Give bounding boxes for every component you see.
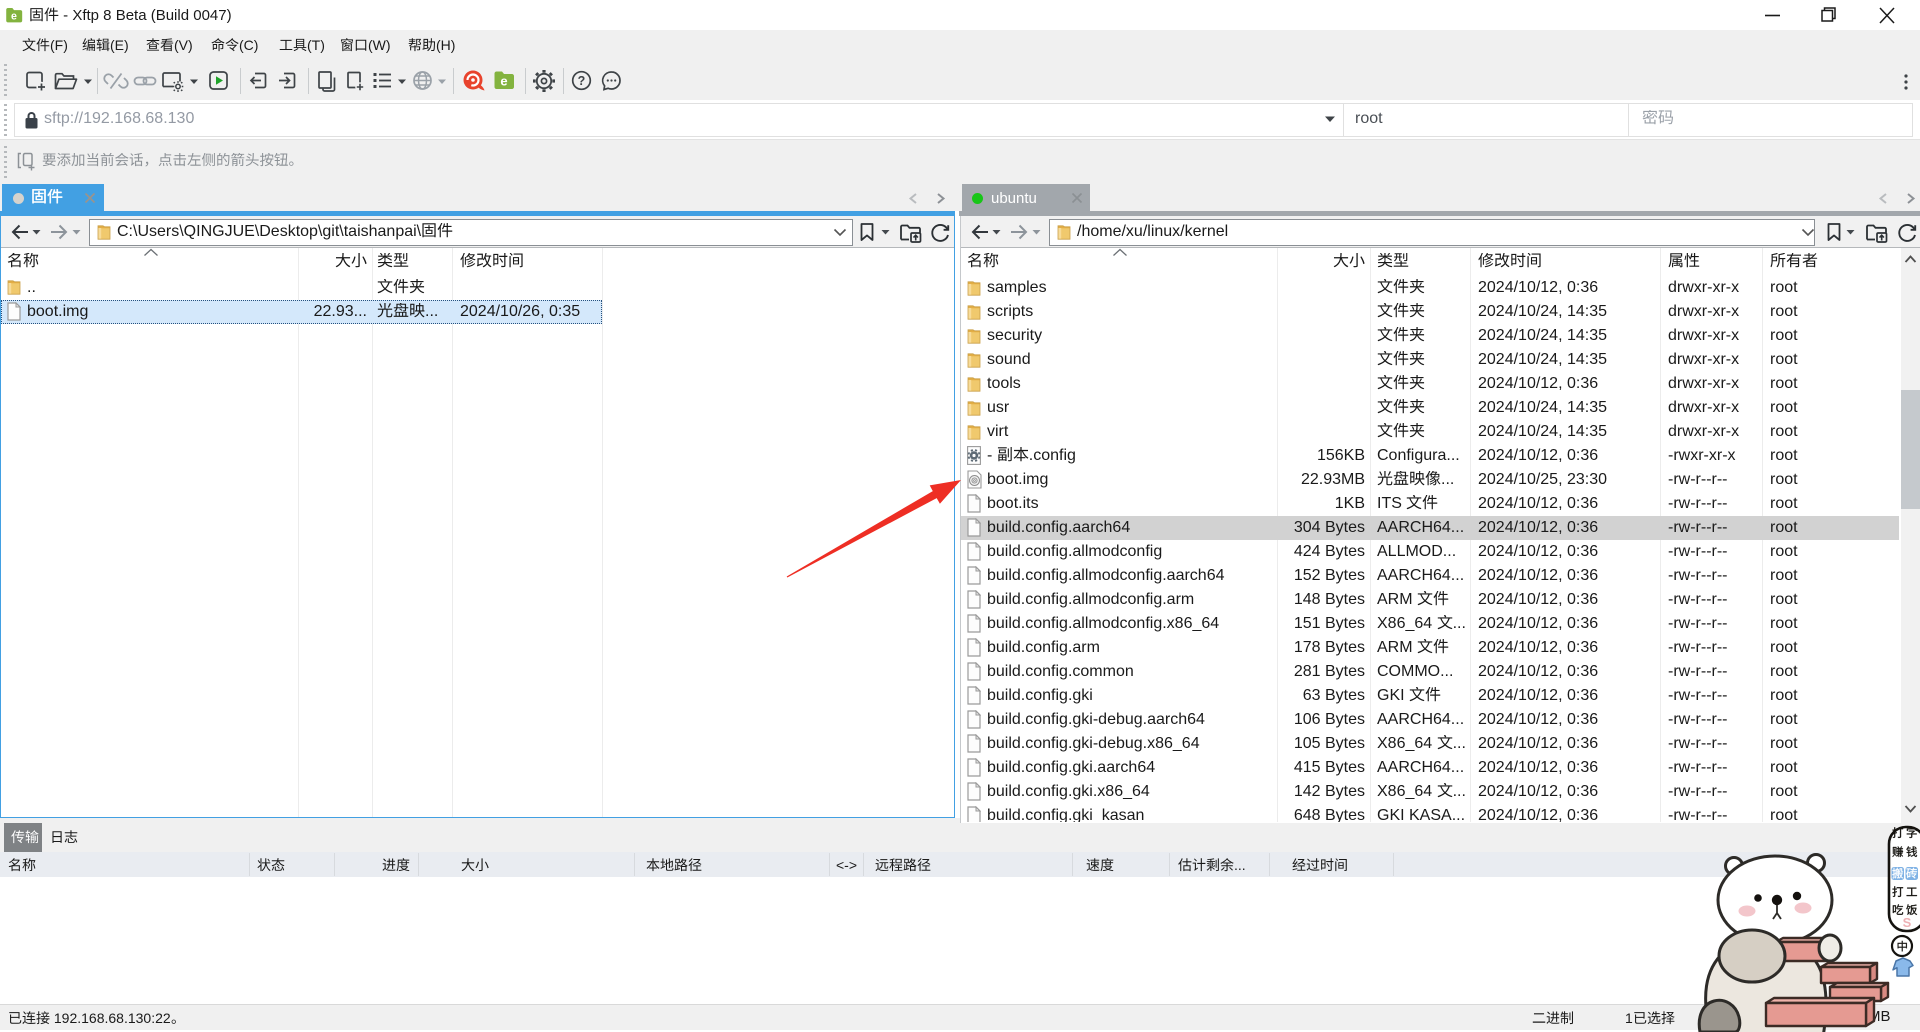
svg-text:S: S: [1903, 915, 1912, 930]
svg-text:e: e: [11, 11, 17, 23]
svg-text:e: e: [500, 74, 507, 89]
svg-text:?: ?: [578, 74, 586, 88]
